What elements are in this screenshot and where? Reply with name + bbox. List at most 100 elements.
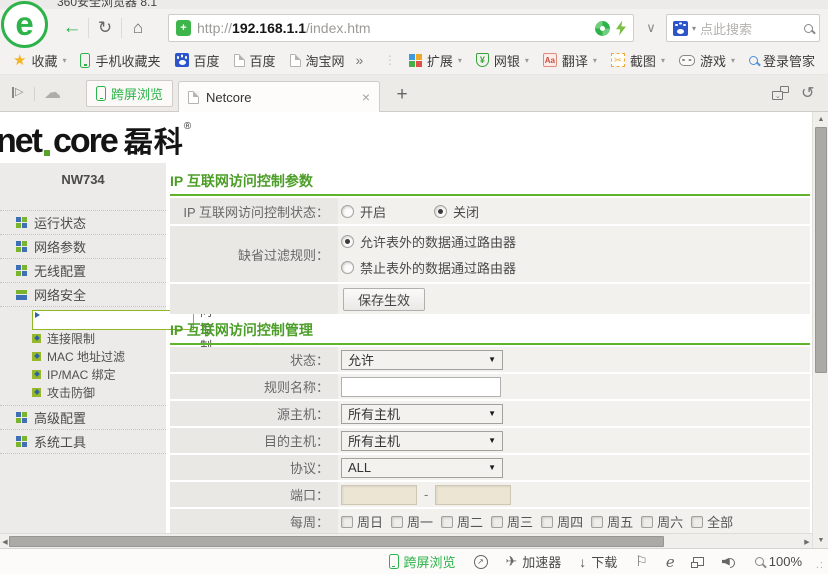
form-row-control-status: IP 互联网访问控制状态： 开启 关闭 bbox=[170, 198, 810, 224]
screenshot-button[interactable]: ✂ 截图 ▾ bbox=[604, 49, 672, 71]
sidebar-item-advanced-config[interactable]: 高级配置 bbox=[0, 406, 166, 430]
form-row-default-filter-rule: 缺省过滤规则： 允许表外的数据通过路由器 禁止表外的数据通过路由器 bbox=[170, 226, 810, 282]
extensions-button[interactable]: 扩展 ▾ bbox=[402, 49, 469, 71]
form-row-dest-host: 目的主机： 所有主机 ▼ bbox=[170, 428, 810, 453]
zoom-control[interactable]: 100% bbox=[755, 554, 802, 569]
save-button[interactable]: 保存生效 bbox=[343, 288, 425, 311]
horizontal-scrollbar[interactable]: ◀ ▶ bbox=[0, 533, 812, 548]
radio-enable[interactable] bbox=[341, 205, 354, 218]
back-icon[interactable]: ← bbox=[56, 14, 88, 42]
checkbox-sunday[interactable] bbox=[341, 516, 353, 528]
bookmark-taobao[interactable]: 淘宝网 bbox=[283, 49, 352, 71]
rule-name-input[interactable] bbox=[341, 377, 501, 397]
sidebar-item-wireless-config[interactable]: 无线配置 bbox=[0, 259, 166, 283]
site-safety-shield-icon[interactable]: + bbox=[176, 20, 191, 36]
checkbox-all-days[interactable] bbox=[691, 516, 703, 528]
bookmark-baidu[interactable]: 百度 bbox=[168, 49, 227, 71]
router-model: NW734 bbox=[0, 163, 166, 196]
checkbox-tuesday[interactable] bbox=[441, 516, 453, 528]
nav-button-group: ← ↻ ⌂ bbox=[56, 13, 154, 42]
port-end-input[interactable] bbox=[435, 485, 511, 505]
checkbox-wednesday[interactable] bbox=[491, 516, 503, 528]
sidebar-subitem-connection-limit[interactable]: 连接限制 bbox=[0, 329, 166, 347]
tab-netcore[interactable]: Netcore × bbox=[178, 81, 380, 112]
address-bar[interactable]: + http://192.168.1.1/index.htm bbox=[168, 14, 634, 42]
scroll-down-icon[interactable]: ▼ bbox=[813, 533, 828, 548]
download-button[interactable]: ↓ 下载 bbox=[579, 552, 617, 571]
search-placeholder: 点此搜索 bbox=[700, 19, 752, 38]
status-select[interactable]: 允许 ▼ bbox=[341, 350, 503, 370]
accelerate-bolt-icon[interactable] bbox=[616, 21, 626, 36]
accelerator-button[interactable]: ✈ 加速器 bbox=[506, 552, 562, 571]
small-window-icon[interactable] bbox=[693, 557, 704, 566]
checkbox-saturday[interactable] bbox=[641, 516, 653, 528]
protocol-select[interactable]: ALL ▼ bbox=[341, 458, 503, 478]
form-row-port: 端口： - bbox=[170, 482, 810, 507]
chevron-down-icon: ▾ bbox=[731, 56, 735, 65]
speed-gauge-icon[interactable]: ↗ bbox=[474, 555, 488, 569]
form-row-save: 保存生效 bbox=[170, 284, 810, 314]
checkbox-monday[interactable] bbox=[391, 516, 403, 528]
bookmarks-overflow-icon[interactable]: » bbox=[352, 52, 368, 68]
sidebar-item-running-status[interactable]: 运行状态 bbox=[0, 211, 166, 235]
site-header: net core 磊科 ® bbox=[0, 112, 812, 163]
sidebar-item-network-params[interactable]: 网络参数 bbox=[0, 235, 166, 259]
radio-allow-others[interactable] bbox=[341, 235, 354, 248]
speed-mode-icon[interactable] bbox=[595, 21, 610, 36]
chevron-down-icon: ▾ bbox=[661, 56, 665, 65]
login-manager-button[interactable]: 登录管家 bbox=[742, 49, 822, 71]
vertical-scroll-thumb[interactable] bbox=[815, 127, 827, 373]
radio-disable[interactable] bbox=[434, 205, 447, 218]
chevron-down-icon: ▾ bbox=[458, 56, 462, 65]
tab-close-icon[interactable]: × bbox=[362, 89, 370, 105]
dest-host-select[interactable]: 所有主机 ▼ bbox=[341, 431, 503, 451]
sidebar-subitem-attack-defense[interactable]: 攻击防御 bbox=[0, 383, 166, 401]
bookmark-baidu-2[interactable]: 百度 bbox=[227, 49, 283, 71]
online-banking-button[interactable]: ¥ 网银 ▾ bbox=[469, 49, 536, 71]
statusbar-cross-screen-button[interactable]: 跨屏浏览 bbox=[389, 552, 456, 571]
toolbar-divider-dots-icon: ⋮ bbox=[378, 53, 402, 67]
radio-deny-others[interactable] bbox=[341, 261, 354, 274]
tab-list-icon[interactable]: ⌄ bbox=[772, 86, 789, 100]
sidebar-subitem-access-control[interactable]: 访问控制 bbox=[0, 311, 166, 329]
proxy-e-icon[interactable]: e bbox=[666, 553, 675, 571]
search-engine-caret-icon[interactable]: ▾ bbox=[692, 24, 696, 33]
reopen-closed-tab-icon[interactable]: ↺ bbox=[801, 83, 814, 103]
baidu-paw-icon[interactable] bbox=[673, 21, 688, 36]
cross-screen-browse-button[interactable]: 跨屏浏览 bbox=[86, 80, 173, 107]
refresh-icon[interactable]: ↻ bbox=[89, 14, 121, 42]
search-box[interactable]: ▾ 点此搜索 bbox=[666, 14, 820, 42]
rocket-icon: ✈ bbox=[506, 553, 518, 570]
browser-logo[interactable]: e bbox=[1, 1, 48, 48]
checkbox-friday[interactable] bbox=[591, 516, 603, 528]
checkbox-thursday[interactable] bbox=[541, 516, 553, 528]
bookmark-mobile-favorites[interactable]: 手机收藏夹 bbox=[73, 49, 167, 71]
tab-bar: ▷ ☁ 跨屏浏览 Netcore × + ⌄ ↺ bbox=[0, 75, 828, 112]
resize-grip-icon[interactable]: .: bbox=[816, 559, 824, 571]
netcore-logo: net core 磊科 ® bbox=[0, 119, 191, 161]
cloud-sync-icon[interactable]: ☁ bbox=[44, 83, 61, 103]
horizontal-scroll-thumb[interactable] bbox=[9, 536, 664, 547]
scroll-up-icon[interactable]: ▲ bbox=[813, 112, 828, 127]
sidebar-subitem-ip-mac-binding[interactable]: IP/MAC 绑定 bbox=[0, 365, 166, 383]
flag-icon[interactable]: ⚐ bbox=[635, 553, 648, 570]
extensions-grid-icon bbox=[409, 54, 422, 67]
sidebar-item-network-security[interactable]: 网络安全 bbox=[0, 283, 166, 307]
source-host-select[interactable]: 所有主机 ▼ bbox=[341, 404, 503, 424]
vertical-scrollbar[interactable]: ▲ ▼ bbox=[812, 112, 828, 548]
games-button[interactable]: 游戏 ▾ bbox=[672, 49, 742, 71]
home-icon[interactable]: ⌂ bbox=[122, 14, 154, 42]
new-tab-button[interactable]: + bbox=[390, 84, 414, 106]
sidebar-toggle-icon[interactable]: ▷ bbox=[12, 87, 23, 98]
sidebar-subitem-mac-filter[interactable]: MAC 地址过滤 bbox=[0, 347, 166, 365]
url-history-chevron-icon[interactable]: ∨ bbox=[640, 14, 662, 42]
scroll-right-icon[interactable]: ▶ bbox=[802, 534, 812, 549]
bookmark-favorites[interactable]: ★ 收藏 ▾ bbox=[6, 49, 73, 71]
chevron-down-icon: ▾ bbox=[525, 56, 529, 65]
port-start-input[interactable] bbox=[341, 485, 417, 505]
search-icon[interactable] bbox=[804, 24, 813, 33]
bullet-square-icon bbox=[32, 370, 41, 379]
translate-button[interactable]: Aa 翻译 ▾ bbox=[536, 49, 604, 71]
sidebar-item-system-tools[interactable]: 系统工具 bbox=[0, 430, 166, 454]
speaker-icon[interactable] bbox=[722, 556, 737, 568]
